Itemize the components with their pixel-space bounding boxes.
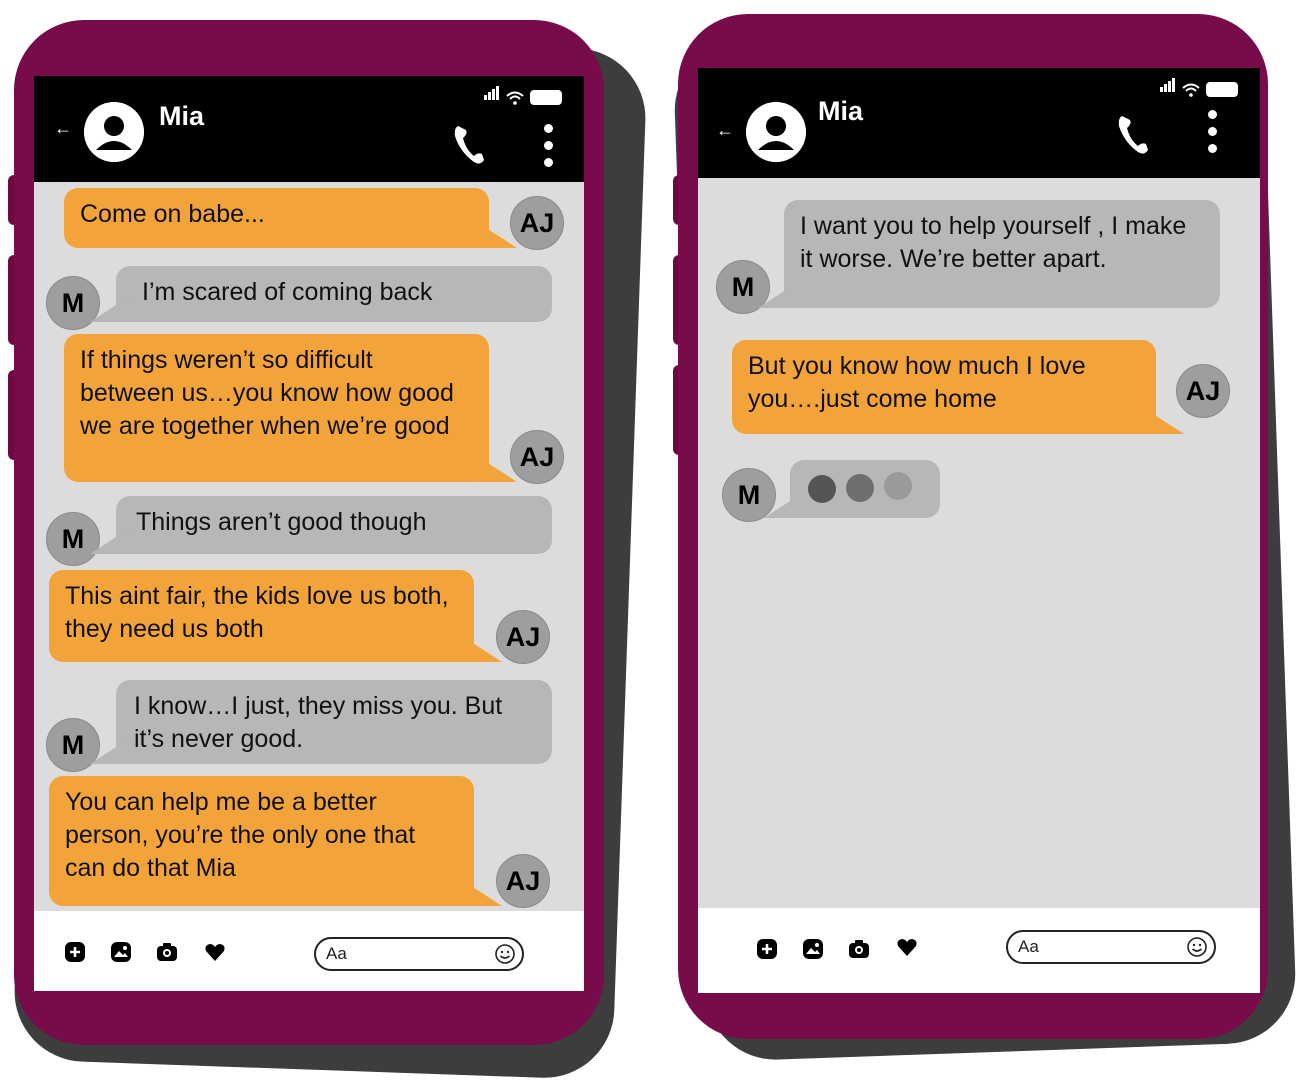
- more-vertical-icon[interactable]: [544, 124, 554, 175]
- chat-screen: ← Mia M I want you to help yourself , I …: [698, 68, 1260, 993]
- message-text: If things weren’t so difficult between u…: [80, 346, 454, 440]
- signal-icon: [484, 86, 500, 105]
- phone-icon[interactable]: [1116, 112, 1152, 156]
- message-bubble-incoming: I want you to help yourself , I make it …: [758, 200, 1220, 308]
- contact-avatar[interactable]: [84, 102, 144, 162]
- message-bubble-incoming: I’m scared of coming back: [90, 266, 552, 322]
- message-text: Things aren’t good though: [136, 508, 427, 536]
- typing-dot: [884, 472, 912, 500]
- composer-bar: Aa: [34, 911, 584, 991]
- message-text: This aint fair, the kids love us both, t…: [65, 582, 449, 643]
- contact-name[interactable]: Mia: [159, 101, 204, 132]
- phone-right: ← Mia M I want you to help yourself , I …: [678, 14, 1268, 1039]
- more-vertical-icon[interactable]: [1208, 110, 1218, 161]
- message-input[interactable]: Aa: [1006, 930, 1216, 964]
- phone-left: ← Mia Come on babe... AJ M I’m scared of…: [14, 20, 604, 1045]
- phone-icon[interactable]: [452, 122, 488, 166]
- message-input[interactable]: Aa: [314, 937, 524, 971]
- camera-icon[interactable]: [156, 941, 178, 963]
- input-placeholder: Aa: [326, 944, 347, 963]
- back-arrow-icon[interactable]: ←: [716, 120, 734, 141]
- status-bar: [1160, 78, 1238, 97]
- avatar-aj: AJ: [510, 430, 564, 484]
- battery-icon: [1206, 82, 1238, 97]
- heart-icon[interactable]: [204, 941, 226, 963]
- back-arrow-icon[interactable]: ←: [54, 118, 72, 139]
- message-text: Come on babe...: [80, 200, 265, 228]
- message-bubble-outgoing: If things weren’t so difficult between u…: [64, 334, 517, 482]
- typing-dot: [808, 475, 836, 503]
- camera-icon[interactable]: [848, 938, 870, 960]
- plus-icon[interactable]: [64, 941, 86, 963]
- message-text: You can help me be a better person, you’…: [65, 788, 416, 882]
- avatar-aj: AJ: [496, 610, 550, 664]
- heart-icon[interactable]: [896, 936, 918, 958]
- message-bubble-incoming: Things aren’t good though: [90, 496, 552, 554]
- message-bubble-outgoing: This aint fair, the kids love us both, t…: [49, 570, 502, 662]
- plus-icon[interactable]: [756, 938, 778, 960]
- avatar-aj: AJ: [496, 854, 550, 908]
- status-bar: [484, 86, 562, 105]
- message-text: But you know how much I love you….just c…: [748, 352, 1086, 413]
- chat-header: ← Mia: [34, 76, 584, 182]
- message-text: I want you to help yourself , I make it …: [800, 212, 1187, 273]
- battery-icon: [530, 90, 562, 105]
- message-bubble-incoming: I know…I just, they miss you. But it’s n…: [90, 680, 552, 764]
- message-text: I know…I just, they miss you. But it’s n…: [134, 692, 503, 753]
- gallery-icon[interactable]: [110, 941, 132, 963]
- avatar-aj: AJ: [1176, 364, 1230, 418]
- signal-icon: [1160, 78, 1176, 97]
- message-text: I’m scared of coming back: [142, 278, 433, 306]
- message-bubble-outgoing: Come on babe...: [64, 188, 517, 248]
- input-placeholder: Aa: [1018, 937, 1039, 956]
- emoji-icon[interactable]: [1186, 936, 1208, 958]
- chat-screen: ← Mia Come on babe... AJ M I’m scared of…: [34, 76, 584, 991]
- message-bubble-outgoing: You can help me be a better person, you’…: [49, 776, 502, 906]
- avatar-aj: AJ: [510, 196, 564, 250]
- typing-indicator: [764, 460, 940, 518]
- contact-avatar[interactable]: [746, 102, 806, 162]
- contact-name[interactable]: Mia: [818, 96, 863, 127]
- emoji-icon[interactable]: [494, 943, 516, 965]
- typing-dot: [846, 474, 874, 502]
- message-bubble-outgoing: But you know how much I love you….just c…: [732, 340, 1184, 434]
- composer-bar: Aa: [698, 908, 1260, 993]
- wifi-icon: [506, 91, 524, 105]
- wifi-icon: [1182, 83, 1200, 97]
- gallery-icon[interactable]: [802, 938, 824, 960]
- chat-header: ← Mia: [698, 68, 1260, 178]
